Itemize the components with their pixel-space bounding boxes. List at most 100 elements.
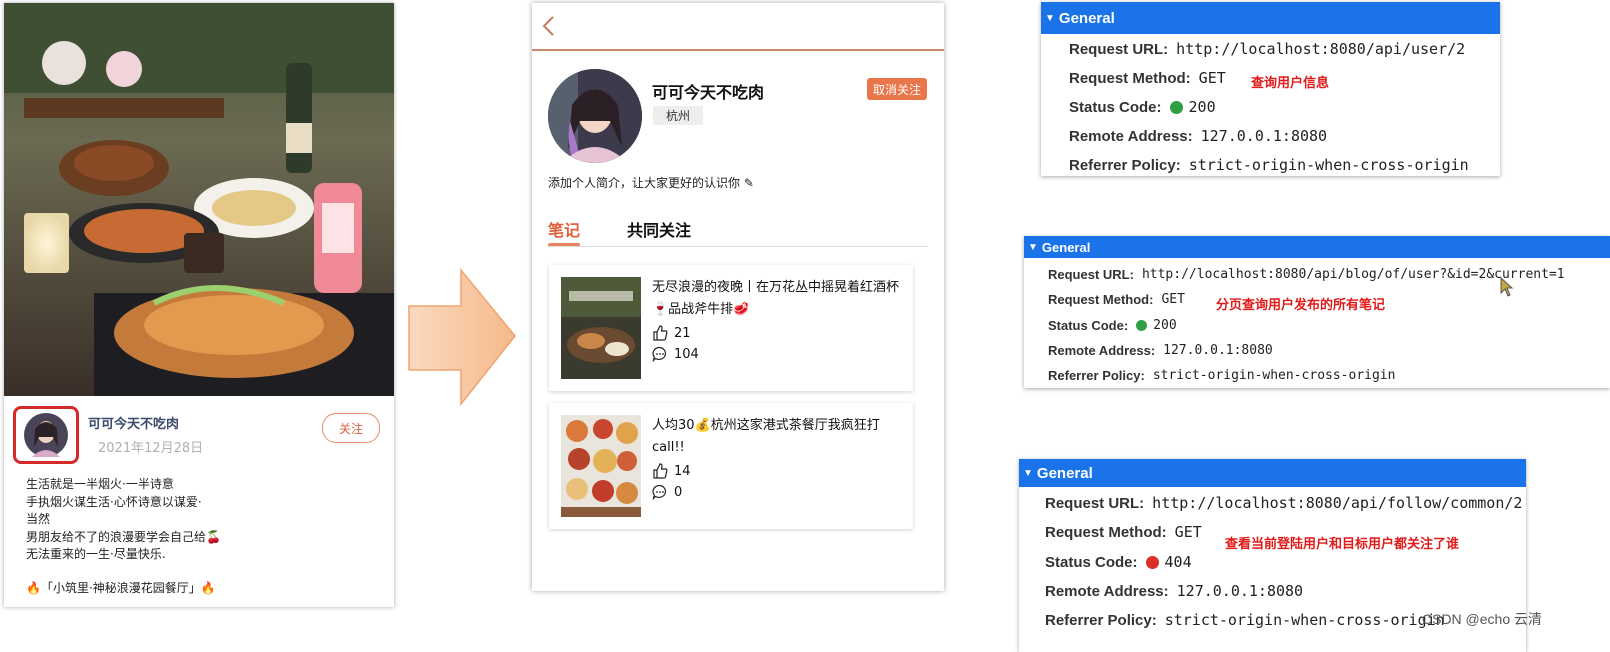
referrer-policy-label: Referrer Policy:: [1069, 156, 1181, 174]
tab-notes[interactable]: 笔记: [548, 217, 580, 241]
profile-avatar[interactable]: [548, 69, 642, 163]
request-url-value[interactable]: http://localhost:8080/api/user/2: [1176, 40, 1465, 58]
blog-line: 当然: [26, 512, 51, 526]
avatar-image: [548, 69, 642, 163]
thumb-up-icon: [653, 325, 668, 341]
collapse-triangle-icon[interactable]: ▼: [1028, 242, 1038, 253]
request-method-row: Request Method: GET: [1045, 523, 1202, 541]
panel-header[interactable]: ▼ General: [1041, 2, 1500, 34]
referrer-policy-label: Referrer Policy:: [1045, 611, 1157, 629]
comment-icon: [652, 346, 667, 362]
request-method-value: GET: [1161, 292, 1185, 307]
devtools-general-panel-user: ▼ General Request URL: http://localhost:…: [1041, 2, 1500, 176]
status-code-row: Status Code: 200: [1069, 98, 1216, 116]
referrer-policy-value: strict-origin-when-cross-origin: [1152, 368, 1396, 383]
flow-arrow-icon: [408, 268, 516, 407]
remote-address-label: Remote Address:: [1045, 582, 1169, 600]
like-count[interactable]: 14: [652, 463, 691, 479]
city-tag: 杭州: [653, 106, 703, 125]
referrer-policy-row: Referrer Policy: strict-origin-when-cros…: [1045, 611, 1445, 629]
note-thumbnail: [561, 415, 641, 517]
follow-button[interactable]: 关注: [322, 413, 380, 443]
note-thumbnail: [561, 277, 641, 379]
blog-content: 生活就是一半烟火·一半诗意 手执烟火谋生活·心怀诗意以谋爱· 当然 男朋友给不了…: [26, 476, 221, 564]
status-green-dot-icon: [1169, 100, 1183, 114]
note-title[interactable]: 无尽浪漫的夜晚丨在万花丛中摇晃着红酒杯🍷品战斧牛排🥩: [652, 277, 904, 321]
blog-line: 手执烟火谋生活·心怀诗意以谋爱·: [26, 494, 202, 509]
comment-count-value: 0: [674, 484, 683, 500]
avatar-image: [24, 413, 68, 457]
comment-icon: [652, 484, 667, 500]
collapse-triangle-icon[interactable]: ▼: [1045, 13, 1055, 24]
author-name[interactable]: 可可今天不吃肉: [88, 413, 179, 432]
food-photo: [4, 3, 394, 396]
tab-common-follows[interactable]: 共同关注: [627, 217, 691, 241]
referrer-policy-label: Referrer Policy:: [1048, 368, 1145, 383]
request-url-label: Request URL:: [1069, 40, 1169, 58]
request-method-row: Request Method: GET: [1069, 69, 1226, 87]
request-method-label: Request Method:: [1069, 69, 1191, 87]
remote-address-label: Remote Address:: [1069, 127, 1193, 145]
user-profile-screen: 可可今天不吃肉 杭州 取消关注 添加个人简介，让大家更好的认识你 ✎ 笔记 共同…: [532, 3, 944, 591]
remote-address-row: Remote Address: 127.0.0.1:8080: [1048, 343, 1273, 358]
request-url-row: Request URL: http://localhost:8080/api/f…: [1045, 494, 1522, 512]
request-url-label: Request URL:: [1045, 494, 1145, 512]
author-avatar[interactable]: [13, 406, 79, 464]
post-date: 2021年12月28日: [98, 441, 204, 456]
status-code-row: Status Code: 404: [1045, 553, 1192, 571]
status-green-dot-icon: [1136, 320, 1148, 331]
status-code-value: 200: [1153, 318, 1177, 333]
mouse-cursor-icon: [1500, 277, 1514, 297]
tabs-divider: [548, 246, 928, 247]
referrer-policy-row: Referrer Policy: strict-origin-when-cros…: [1048, 368, 1395, 383]
back-arrow-icon[interactable]: [538, 13, 560, 39]
comment-count-value: 104: [674, 346, 699, 362]
blog-detail-card: 可可今天不吃肉 2021年12月28日 关注 生活就是一半烟火·一半诗意 手执烟…: [4, 3, 394, 607]
status-code-label: Status Code:: [1048, 318, 1129, 333]
unfollow-button[interactable]: 取消关注: [867, 78, 927, 100]
request-method-value: GET: [1174, 523, 1202, 541]
request-url-row: Request URL: http://localhost:8080/api/u…: [1069, 40, 1465, 58]
request-method-label: Request Method:: [1048, 292, 1154, 307]
devtools-general-panel-blog: ▼ General Request URL: http://localhost:…: [1024, 236, 1610, 388]
referrer-policy-row: Referrer Policy: strict-origin-when-cros…: [1069, 156, 1469, 174]
panel-header[interactable]: ▼ General: [1019, 459, 1526, 487]
status-code-label: Status Code:: [1045, 553, 1138, 571]
note-card[interactable]: 无尽浪漫的夜晚丨在万花丛中摇晃着红酒杯🍷品战斧牛排🥩 21 104: [549, 265, 913, 391]
referrer-policy-value: strict-origin-when-cross-origin: [1164, 611, 1445, 629]
status-code-label: Status Code:: [1069, 98, 1162, 116]
like-count-value: 21: [674, 325, 691, 341]
comment-count[interactable]: 0: [652, 484, 682, 500]
blog-line: 男朋友给不了的浪漫要学会自己给🍒: [26, 529, 221, 544]
remote-address-row: Remote Address: 127.0.0.1:8080: [1045, 582, 1303, 600]
remote-address-label: Remote Address:: [1048, 343, 1156, 358]
status-code-value: 200: [1188, 98, 1216, 116]
panel-title: General: [1036, 464, 1093, 482]
request-method-row: Request Method: GET: [1048, 292, 1185, 307]
panel-title: General: [1058, 9, 1115, 27]
panel-header[interactable]: ▼ General: [1024, 236, 1610, 258]
note-card[interactable]: 人均30💰杭州这家港式茶餐厅我疯狂打call!! 14 0: [549, 403, 913, 529]
blog-line: 生活就是一半烟火·一半诗意: [26, 477, 174, 491]
status-code-value: 404: [1164, 553, 1192, 571]
request-url-row: Request URL: http://localhost:8080/api/b…: [1048, 267, 1565, 282]
profile-name: 可可今天不吃肉: [652, 83, 765, 102]
request-url-value[interactable]: http://localhost:8080/api/follow/common/…: [1152, 494, 1522, 512]
blog-tag-line: 🔥「小筑里·神秘浪漫花园餐厅」🔥: [26, 581, 216, 595]
comment-count[interactable]: 104: [652, 346, 699, 362]
referrer-policy-value: strict-origin-when-cross-origin: [1188, 156, 1469, 174]
profile-intro[interactable]: 添加个人简介，让大家更好的认识你 ✎: [548, 174, 754, 191]
annotation-note: 查询用户信息: [1251, 76, 1330, 91]
annotation-note: 分页查询用户发布的所有笔记: [1216, 298, 1386, 313]
note-title[interactable]: 人均30💰杭州这家港式茶餐厅我疯狂打call!!: [652, 415, 904, 459]
remote-address-value: 127.0.0.1:8080: [1176, 582, 1304, 600]
remote-address-row: Remote Address: 127.0.0.1:8080: [1069, 127, 1327, 145]
watermark: CSDN @echo 云清: [1422, 611, 1543, 627]
remote-address-value: 127.0.0.1:8080: [1163, 343, 1273, 358]
collapse-triangle-icon[interactable]: ▼: [1023, 468, 1033, 479]
blog-line: 无法重来的一生·尽量快乐.: [26, 547, 166, 561]
request-method-value: GET: [1198, 69, 1226, 87]
request-url-label: Request URL:: [1048, 267, 1134, 282]
annotation-note: 查看当前登陆用户和目标用户都关注了谁: [1225, 537, 1460, 552]
like-count[interactable]: 21: [652, 325, 691, 341]
